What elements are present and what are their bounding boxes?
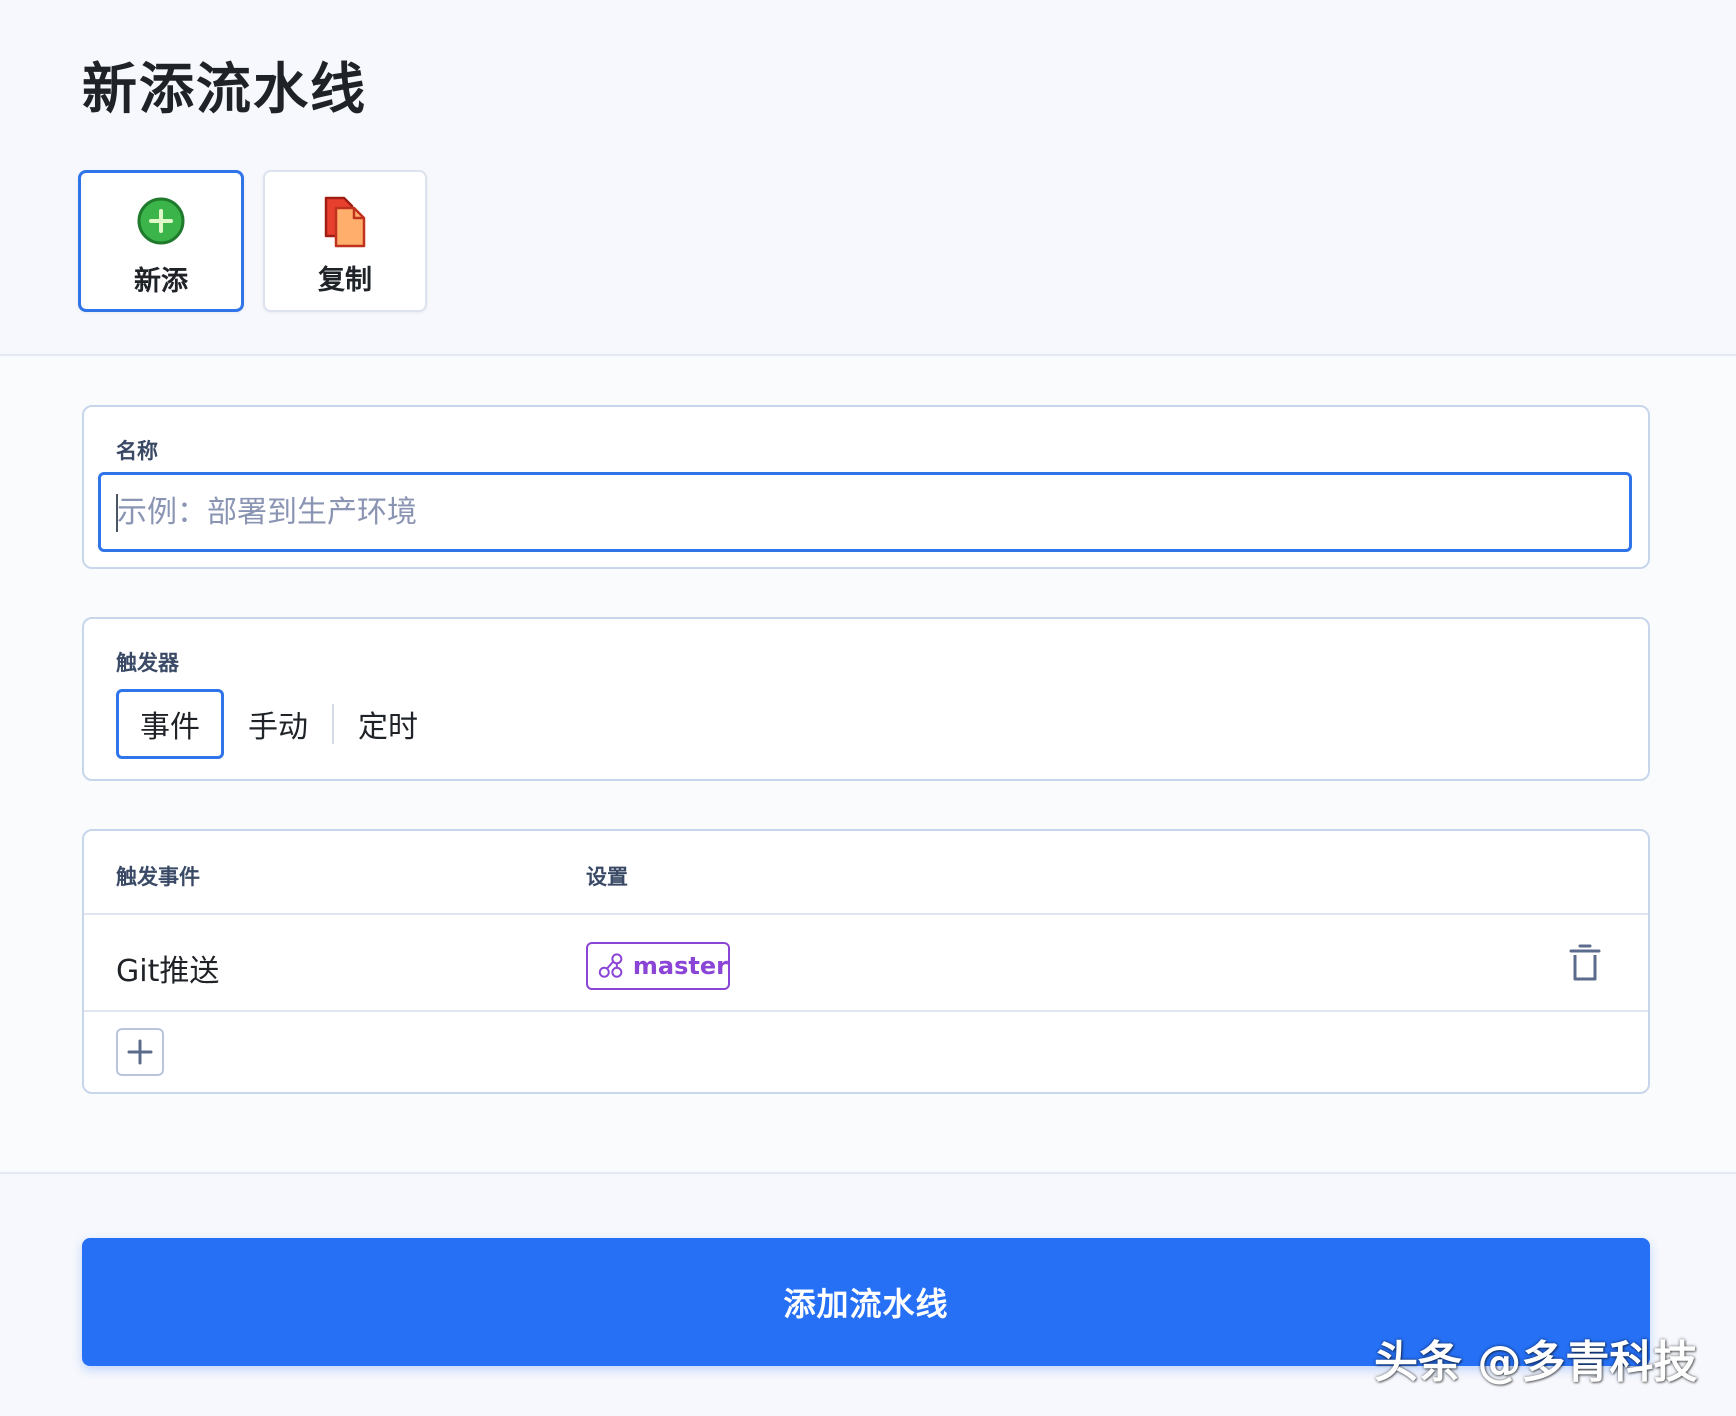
branch-chip[interactable]: master	[586, 942, 730, 990]
copy-document-icon	[320, 192, 370, 248]
column-header-settings: 设置	[586, 865, 628, 889]
text-caret	[116, 494, 118, 532]
header-divider	[84, 913, 1648, 915]
name-panel: 名称	[82, 405, 1650, 569]
trigger-label: 触发器	[116, 651, 179, 675]
git-branch-icon	[598, 953, 623, 978]
add-event-button[interactable]	[116, 1028, 164, 1076]
add-circle-icon	[136, 193, 186, 249]
name-field-label: 名称	[116, 439, 158, 463]
events-table-panel: 触发事件 设置 Git推送 master	[82, 829, 1650, 1094]
trigger-option-event[interactable]: 事件	[116, 689, 224, 759]
mode-new-label: 新添	[134, 266, 188, 297]
trigger-panel: 触发器 事件 手动 定时	[82, 617, 1650, 781]
trash-icon[interactable]	[1569, 943, 1601, 987]
plus-icon	[127, 1039, 153, 1065]
trigger-option-manual[interactable]: 手动	[224, 689, 332, 759]
trigger-segmented-control: 事件 手动 定时	[116, 689, 442, 759]
mode-copy-label: 复制	[318, 265, 372, 296]
mode-copy-card[interactable]: 复制	[263, 170, 427, 312]
row-divider-right	[556, 1010, 1648, 1012]
row-divider-left	[84, 1010, 556, 1012]
page-title: 新添流水线	[82, 57, 368, 121]
name-input[interactable]	[98, 472, 1632, 552]
branch-name: master	[632, 952, 728, 980]
mode-new-card[interactable]: 新添	[78, 170, 244, 312]
trigger-option-scheduled[interactable]: 定时	[334, 689, 442, 759]
header-band: 新添流水线 新添 复制	[0, 0, 1736, 356]
column-header-event: 触发事件	[116, 865, 200, 889]
watermark: 头条 @多青科技	[1374, 1337, 1698, 1388]
event-name-cell: Git推送	[116, 954, 220, 989]
